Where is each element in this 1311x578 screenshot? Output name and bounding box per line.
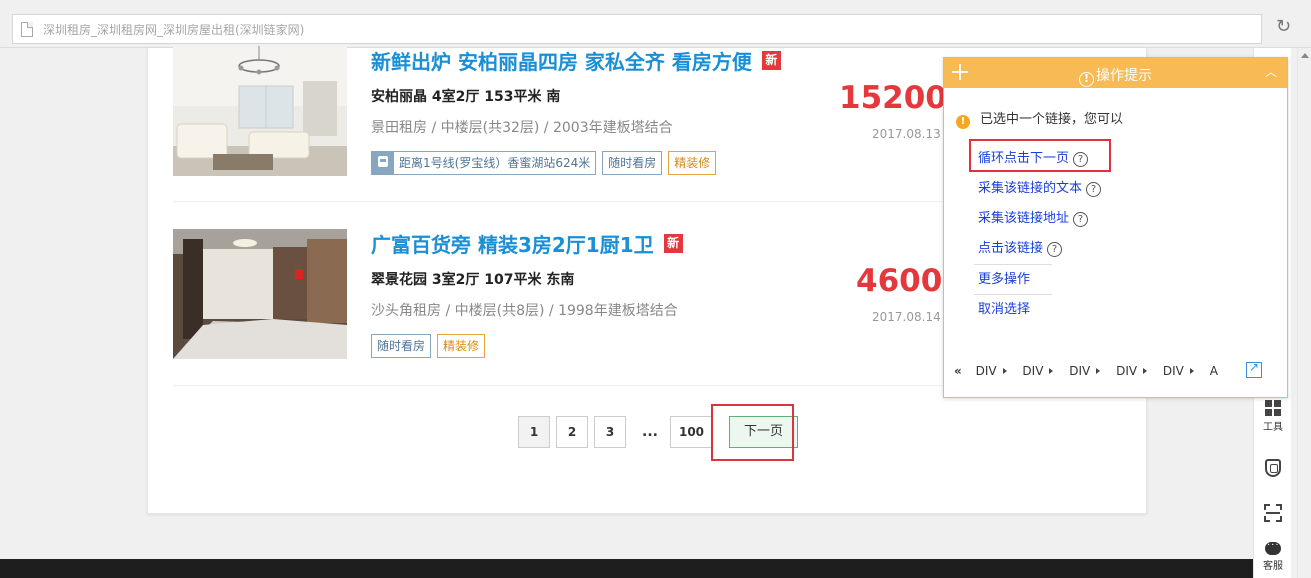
action-label: 采集该链接地址 [978, 211, 1070, 226]
scan-button[interactable] [1254, 504, 1292, 522]
path-arrow-icon [1096, 368, 1101, 374]
listing-attributes[interactable]: 安柏丽晶 4室2厅 153平米 南 [371, 86, 560, 106]
tools-label: 工具 [1263, 422, 1283, 433]
path-arrow-icon [1002, 368, 1007, 374]
element-path: « DIV DIV DIV DIV DIV A [954, 364, 1224, 378]
price-value: 4600 [856, 263, 943, 299]
address-text: 深圳租房_深圳租房网_深圳房屋出租(深圳链家网) [43, 23, 305, 37]
tools-button[interactable]: 工具 [1254, 400, 1292, 433]
action-loop-click-next[interactable]: 循环点击下一页? [978, 147, 1089, 167]
tag-subway-text: 距离1号线(罗宝线）香蜜湖站624米 [399, 156, 591, 170]
shield-icon [1265, 459, 1281, 477]
help-icon[interactable]: ? [1047, 242, 1063, 257]
page-1-button[interactable]: 1 [518, 416, 550, 448]
listing-title[interactable]: 新鲜出炉 安柏丽晶四房 家私全齐 看房方便 [371, 46, 752, 75]
footer-bar [0, 559, 1255, 578]
listing-tags: 随时看房 精装修 [371, 334, 486, 358]
vertical-scrollbar[interactable] [1297, 48, 1311, 578]
divider [974, 294, 1052, 295]
warning-icon: ! [956, 115, 970, 129]
action-more-operations[interactable]: 更多操作 [978, 268, 1030, 287]
listing-location: 景田租房 / 中楼层(共32层) / 2003年建板塔结合 [371, 120, 673, 136]
listing-price: 15200元 [839, 80, 960, 116]
listing-title[interactable]: 广富百货旁 精装3房2厅1厨1卫 [371, 229, 654, 258]
action-label: 循环点击下一页 [978, 151, 1070, 166]
operation-tip-panel: ! 操作提示 ︿ ! 已选中一个链接，您可以 循环点击下一页? 采集该链接的文本? … [943, 57, 1288, 398]
price-value: 15200 [839, 80, 947, 116]
tag-subway: 距离1号线(罗宝线）香蜜湖站624米 [371, 151, 597, 175]
customer-service-button[interactable]: 客服 [1254, 537, 1292, 572]
path-node[interactable]: DIV [1116, 364, 1137, 378]
scroll-up-arrow-icon[interactable] [1301, 53, 1309, 58]
action-cancel-selection[interactable]: 取消选择 [978, 298, 1030, 317]
new-badge: 新 [663, 234, 683, 253]
listing-photo[interactable] [173, 46, 347, 176]
listing-location: 沙头角租房 / 中楼层(共8层) / 1998年建板塔结合 [371, 303, 678, 319]
action-extract-link-text[interactable]: 采集该链接的文本? [978, 177, 1102, 197]
grid-icon [1265, 400, 1281, 416]
scan-icon [1264, 504, 1282, 522]
tag-decoration: 精装修 [668, 151, 717, 175]
path-back-icon[interactable]: « [954, 364, 962, 378]
help-icon[interactable]: ? [1086, 182, 1102, 197]
refresh-icon[interactable]: ↻ [1276, 16, 1291, 37]
next-page-button[interactable]: 下一页 [729, 416, 799, 448]
page-document-icon [21, 22, 33, 37]
listing-title-row: 新鲜出炉 安柏丽晶四房 家私全齐 看房方便 新 [371, 46, 781, 75]
external-link-icon[interactable] [1246, 360, 1262, 378]
help-icon[interactable]: ? [1073, 212, 1089, 227]
path-arrow-icon [1143, 368, 1148, 374]
action-extract-link-url[interactable]: 采集该链接地址? [978, 207, 1089, 227]
action-label: 取消选择 [978, 302, 1031, 317]
tag-viewing: 随时看房 [371, 334, 432, 358]
shield-button[interactable] [1254, 459, 1292, 477]
pagination: 1 2 3 ... 100 下一页 [518, 416, 804, 448]
panel-header: ! 操作提示 ︿ [944, 58, 1287, 88]
browser-toolbar: 深圳租房_深圳租房网_深圳房屋出租(深圳链家网) ↻ [0, 0, 1311, 48]
listing-photo[interactable] [173, 229, 347, 359]
tag-decoration: 精装修 [437, 334, 486, 358]
page-100-button[interactable]: 100 [669, 416, 714, 448]
address-bar[interactable]: 深圳租房_深圳租房网_深圳房屋出租(深圳链家网) [12, 14, 1262, 44]
selection-notice: ! 已选中一个链接，您可以 [956, 108, 1123, 129]
listing-attributes[interactable]: 翠景花园 3室2厅 107平米 东南 [371, 269, 574, 289]
action-label: 点击该链接 [978, 241, 1044, 256]
path-arrow-icon [1189, 368, 1194, 374]
page-ellipsis: ... [642, 424, 658, 440]
path-node[interactable]: DIV [976, 364, 997, 378]
action-label: 采集该链接的文本 [978, 181, 1083, 196]
tag-viewing: 随时看房 [602, 151, 663, 175]
help-icon[interactable]: ? [1073, 152, 1089, 167]
listing-tags: 距离1号线(罗宝线）香蜜湖站624米 随时看房 精装修 [371, 151, 717, 175]
info-icon: ! [1079, 72, 1094, 87]
path-arrow-icon [1049, 368, 1054, 374]
path-node[interactable]: DIV [1022, 364, 1043, 378]
action-click-link[interactable]: 点击该链接? [978, 237, 1063, 257]
panel-title-text: 操作提示 [1096, 68, 1152, 84]
service-label: 客服 [1263, 561, 1283, 572]
page-3-button[interactable]: 3 [594, 416, 626, 448]
listing-price: 4600元 [856, 263, 955, 299]
page-2-button[interactable]: 2 [556, 416, 588, 448]
selection-notice-text: 已选中一个链接，您可以 [980, 112, 1124, 127]
action-label: 更多操作 [978, 272, 1031, 287]
divider [974, 264, 1052, 265]
panel-title: ! 操作提示 [944, 65, 1287, 87]
path-node[interactable]: DIV [1163, 364, 1184, 378]
collapse-icon[interactable]: ︿ [1265, 63, 1277, 80]
path-node[interactable]: A [1210, 364, 1218, 378]
chat-icon [1265, 537, 1281, 555]
subway-icon [372, 152, 394, 174]
new-badge: 新 [761, 51, 781, 70]
path-node[interactable]: DIV [1069, 364, 1090, 378]
listing-title-row: 广富百货旁 精装3房2厅1厨1卫 新 [371, 229, 683, 258]
